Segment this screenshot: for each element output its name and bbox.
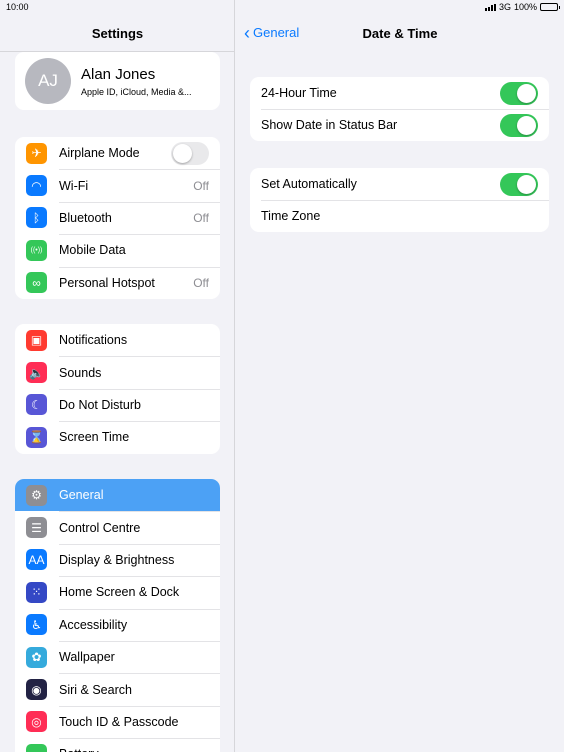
sidebar-item-display-and-brightness[interactable]: AA Display & Brightness <box>15 543 220 576</box>
setting-row-24-hour-time: 24-Hour Time <box>250 77 549 109</box>
sidebar-item-wallpaper[interactable]: ✿ Wallpaper <box>15 640 220 673</box>
airplane-icon: ✈ <box>26 142 47 164</box>
apple-id-profile[interactable]: AJ Alan Jones Apple ID, iCloud, Media &.… <box>15 52 220 110</box>
sidebar-item-label: Accessibility <box>59 617 128 632</box>
sidebar-item-general[interactable]: ⚙ General <box>15 479 220 512</box>
sidebar-item-label: Personal Hotspot <box>59 275 155 290</box>
sidebar-item-label: Airplane Mode <box>59 146 140 161</box>
settings-sidebar: Settings AJ Alan Jones Apple ID, iCloud,… <box>0 0 235 752</box>
profile-subtitle: Apple ID, iCloud, Media &... <box>81 86 192 97</box>
sidebar-item-label: Sounds <box>59 365 102 380</box>
battery-percent: 100% <box>513 2 537 12</box>
status-time: 10:00 <box>6 2 29 12</box>
sidebar-item-label: Do Not Disturb <box>59 397 141 412</box>
grid-icon: ⁙ <box>26 581 47 603</box>
hourglass-icon: ⌛ <box>26 426 47 448</box>
sidebar-item-battery[interactable]: ▬ Battery <box>15 738 220 752</box>
setting-row-show-date-in-status-bar: Show Date in Status Bar <box>250 109 549 141</box>
sidebar-item-label: Screen Time <box>59 430 130 445</box>
sidebar-item-wi-fi[interactable]: ◠ Wi-Fi Off <box>15 169 220 201</box>
setting-label: Time Zone <box>261 209 321 223</box>
sidebar-item-label: Notifications <box>59 333 128 348</box>
sidebar-item-notifications[interactable]: ▣ Notifications <box>15 324 220 356</box>
sidebar-item-value: Off <box>193 210 209 225</box>
general-group: ⚙ General ☰ Control Centre AA Display & Brigh… <box>15 479 220 752</box>
status-indicators: 3G 100% <box>484 2 560 12</box>
sidebar-item-home-screen-and-dock[interactable]: ⁙ Home Screen & Dock <box>15 576 220 608</box>
set-automatically-toggle[interactable] <box>500 172 538 196</box>
sidebar-title: Settings <box>91 26 144 41</box>
avatar: AJ <box>25 58 71 104</box>
time-format-group: 24-Hour Time Show Date in Status Bar <box>250 77 549 141</box>
date-time-pane: ‹ General Date & Time 24-Hour Time Show D… <box>236 0 564 752</box>
sidebar-item-sounds[interactable]: 🔈 Sounds <box>15 356 220 388</box>
notifications-icon: ▣ <box>26 329 47 351</box>
wifi-icon: ◠ <box>26 175 47 197</box>
sidebar-item-personal-hotspot[interactable]: ∞ Personal Hotspot Off <box>15 266 220 299</box>
hotspot-icon: ∞ <box>26 272 47 294</box>
airplane-mode-toggle[interactable] <box>171 141 209 165</box>
sidebar-item-label: Touch ID & Passcode <box>59 714 179 729</box>
toggles-icon: ☰ <box>26 517 47 539</box>
sidebar-item-value: Off <box>193 275 209 290</box>
sidebar-item-mobile-data[interactable]: ((•)) Mobile Data <box>15 234 220 266</box>
connectivity-group: ✈ Airplane Mode ◠ Wi-Fi Off ᛒ Bluetooth Off ((•)… <box>15 137 220 299</box>
24-hour-time-toggle[interactable] <box>500 81 538 105</box>
battery-icon: ▬ <box>26 743 47 752</box>
flower-icon: ✿ <box>26 646 47 668</box>
moon-icon: ☾ <box>26 394 47 416</box>
network-type: 3G <box>498 2 511 12</box>
sidebar-item-accessibility[interactable]: ♿ Accessibility <box>15 608 220 641</box>
sidebar-item-touch-id-and-passcode[interactable]: ◎ Touch ID & Passcode <box>15 705 220 738</box>
sidebar-item-label: Mobile Data <box>59 243 126 258</box>
accessibility-icon: ♿ <box>26 614 47 636</box>
sidebar-item-label: Display & Brightness <box>59 552 175 567</box>
bluetooth-icon: ᛒ <box>26 207 47 229</box>
siri-icon: ◉ <box>26 679 47 701</box>
battery-icon <box>540 3 560 11</box>
display-icon: AA <box>26 549 47 571</box>
profile-name: Alan Jones <box>81 65 156 83</box>
sidebar-item-do-not-disturb[interactable]: ☾ Do Not Disturb <box>15 388 220 421</box>
sidebar-item-label: Bluetooth <box>59 210 112 225</box>
sidebar-item-siri-and-search[interactable]: ◉ Siri & Search <box>15 673 220 705</box>
sidebar-item-label: Wi-Fi <box>59 178 89 193</box>
sidebar-item-control-centre[interactable]: ☰ Control Centre <box>15 511 220 543</box>
sidebar-item-label: Siri & Search <box>59 682 132 697</box>
setting-label: 24-Hour Time <box>261 86 337 100</box>
sidebar-item-bluetooth[interactable]: ᛒ Bluetooth Off <box>15 201 220 234</box>
antenna-icon: ((•)) <box>26 239 47 261</box>
time-zone-group: Set Automatically Time Zone <box>250 168 549 232</box>
sidebar-item-label: Control Centre <box>59 520 141 535</box>
setting-row-set-automatically: Set Automatically <box>250 168 549 200</box>
sidebar-item-label: Home Screen & Dock <box>59 585 180 600</box>
setting-label: Set Automatically <box>261 177 357 191</box>
sidebar-item-value: Off <box>193 178 209 193</box>
signal-icon <box>484 3 496 11</box>
sidebar-item-label: Wallpaper <box>59 650 115 665</box>
status-bar: 10:00 3G 100% <box>0 0 564 14</box>
gear-icon: ⚙ <box>26 484 47 506</box>
fingerprint-icon: ◎ <box>26 711 47 733</box>
notifications-group: ▣ Notifications 🔈 Sounds ☾ Do Not Disturb ⌛ Scr… <box>15 324 220 454</box>
page-title: Date & Time <box>362 26 438 41</box>
speaker-icon: 🔈 <box>26 362 47 384</box>
sidebar-item-airplane-mode[interactable]: ✈ Airplane Mode <box>15 137 220 169</box>
sidebar-item-screen-time[interactable]: ⌛ Screen Time <box>15 421 220 453</box>
sidebar-item-label: Battery <box>59 747 220 752</box>
sidebar-item-label: General <box>59 488 104 503</box>
setting-row-time-zone[interactable]: Time Zone <box>250 200 549 232</box>
show-date-in-status-bar-toggle[interactable] <box>500 113 538 137</box>
setting-label: Show Date in Status Bar <box>261 118 398 132</box>
